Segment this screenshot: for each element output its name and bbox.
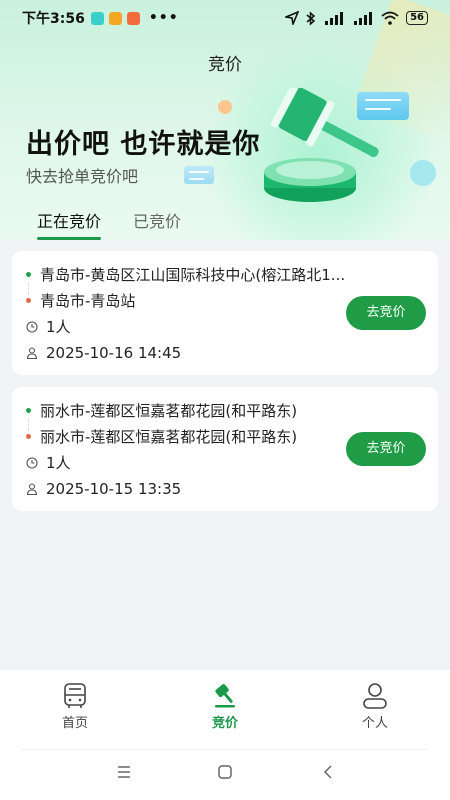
active-tab-indicator xyxy=(37,237,101,240)
person-icon xyxy=(26,347,38,359)
system-nav-bar xyxy=(0,749,450,800)
signal-icon xyxy=(354,12,373,25)
bluetooth-icon xyxy=(306,10,316,26)
gavel-icon xyxy=(215,684,235,708)
decor-ball xyxy=(410,160,436,186)
bottom-nav: 首页 竞价 个人 xyxy=(0,669,450,749)
datetime-row: 2025-10-16 14:45 xyxy=(26,344,181,362)
clock-icon xyxy=(26,320,38,333)
order-datetime: 2025-10-16 14:45 xyxy=(46,344,182,362)
order-card[interactable]: 青岛市-黄岛区江山国际科技中心(榕江路北1... 青岛市-青岛站 1人 2025… xyxy=(12,251,438,375)
status-time: 下午3:56 xyxy=(22,11,85,27)
page-title: 竞价 xyxy=(208,55,242,75)
nav-item-profile[interactable]: 个人 xyxy=(335,682,415,731)
nav-item-home[interactable]: 首页 xyxy=(35,682,115,731)
wifi-icon xyxy=(381,11,399,25)
person-icon xyxy=(363,683,387,709)
tab-bid[interactable]: 已竞价 xyxy=(133,208,181,232)
status-bar: 下午3:56 ••• 56 xyxy=(0,0,450,36)
decor-ball xyxy=(218,100,232,114)
order-card[interactable]: 丽水市-莲都区恒嘉茗都花园(和平路东) 丽水市-莲都区恒嘉茗都花园(和平路东) … xyxy=(12,387,438,511)
nav-label: 个人 xyxy=(361,716,388,731)
destination-address: 丽水市-莲都区恒嘉茗都花园(和平路东) xyxy=(40,428,298,446)
passenger-row: 1人 xyxy=(26,316,71,337)
menu-icon[interactable] xyxy=(117,765,131,779)
status-indicators: 56 xyxy=(285,10,428,26)
more-notifications: ••• xyxy=(148,10,179,26)
person-icon xyxy=(26,483,38,495)
clock-icon xyxy=(26,456,38,469)
order-datetime: 2025-10-15 13:35 xyxy=(46,480,182,498)
notification-app-icon xyxy=(126,11,140,25)
hero-banner: 下午3:56 ••• 56 竞价 出价吧 也许就是你 快去抢单竞价吧 正在竞价 … xyxy=(0,0,450,240)
notification-app-icon xyxy=(90,11,104,25)
destination-dot-icon xyxy=(26,434,31,439)
go-bid-button[interactable]: 去竞价 xyxy=(346,432,426,466)
back-icon[interactable] xyxy=(321,765,335,779)
origin-row: 丽水市-莲都区恒嘉茗都花园(和平路东) xyxy=(26,400,297,421)
tab-bidding[interactable]: 正在竞价 xyxy=(37,208,101,232)
passenger-row: 1人 xyxy=(26,452,71,473)
destination-address: 青岛市-青岛站 xyxy=(40,292,136,310)
origin-address: 青岛市-黄岛区江山国际科技中心(榕江路北1... xyxy=(40,266,346,284)
hero-subtitle: 快去抢单竞价吧 xyxy=(26,167,139,186)
nav-item-bidding[interactable]: 竞价 xyxy=(185,682,265,731)
notification-app-icon xyxy=(108,11,122,25)
destination-row: 青岛市-青岛站 xyxy=(26,290,135,311)
go-bid-button[interactable]: 去竞价 xyxy=(346,296,426,330)
hero-slogan: 出价吧 也许就是你 xyxy=(26,129,261,160)
gavel-illustration-icon xyxy=(264,88,379,202)
origin-address: 丽水市-莲都区恒嘉茗都花园(和平路东) xyxy=(40,402,298,420)
origin-row: 青岛市-黄岛区江山国际科技中心(榕江路北1... xyxy=(26,264,345,285)
location-icon xyxy=(285,11,300,25)
chat-bubble-icon xyxy=(184,166,214,184)
tab-bar: 正在竞价 已竞价 xyxy=(0,200,450,240)
divider xyxy=(22,749,428,750)
home-icon[interactable] xyxy=(218,765,232,779)
passenger-count: 1人 xyxy=(46,318,71,336)
origin-dot-icon xyxy=(26,272,31,277)
nav-label: 首页 xyxy=(61,716,88,731)
destination-row: 丽水市-莲都区恒嘉茗都花园(和平路东) xyxy=(26,426,297,447)
battery-icon: 56 xyxy=(406,11,428,25)
destination-dot-icon xyxy=(26,298,31,303)
origin-dot-icon xyxy=(26,408,31,413)
datetime-row: 2025-10-15 13:35 xyxy=(26,480,181,498)
signal-icon xyxy=(325,12,344,25)
bus-icon xyxy=(64,683,86,708)
passenger-count: 1人 xyxy=(46,454,71,472)
nav-label: 竞价 xyxy=(211,716,238,731)
